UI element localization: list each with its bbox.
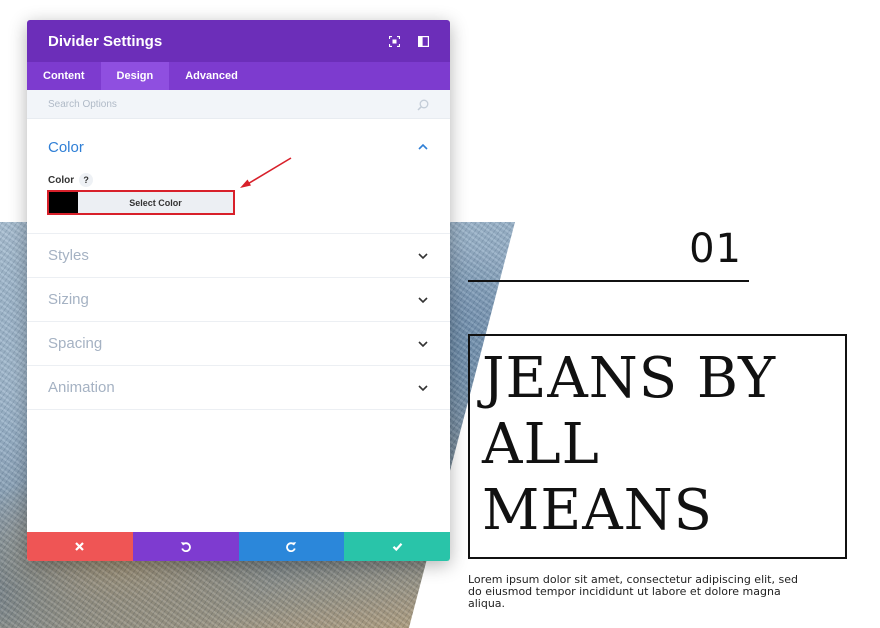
tab-bar: Content Design Advanced (27, 62, 450, 90)
section-label: Styles (48, 247, 89, 264)
section-spacing[interactable]: Spacing (27, 322, 450, 366)
section-label: Sizing (48, 291, 89, 308)
chevron-up-icon[interactable] (418, 143, 428, 150)
color-section-title[interactable]: Color (48, 119, 429, 156)
annotation-arrow-icon (240, 157, 292, 188)
section-sizing[interactable]: Sizing (27, 278, 450, 322)
color-field-label: Color (48, 174, 75, 186)
tab-advanced[interactable]: Advanced (169, 62, 254, 90)
search-icon[interactable] (417, 99, 429, 111)
color-picker: Select Color (47, 190, 235, 215)
chevron-down-icon (418, 341, 428, 348)
help-icon[interactable]: ? (79, 173, 94, 187)
save-button[interactable] (344, 532, 450, 561)
modal-footer (27, 532, 450, 561)
check-icon (392, 543, 402, 552)
divider-line[interactable] (468, 280, 749, 282)
redo-button[interactable] (238, 532, 345, 561)
section-label: Spacing (48, 335, 103, 352)
headline-box: JEANS BY ALL MEANS (468, 334, 847, 559)
select-color-button[interactable]: Select Color (78, 192, 233, 213)
headline: JEANS BY ALL MEANS (482, 346, 777, 543)
section-number: 01 (689, 226, 742, 272)
search-input[interactable] (48, 98, 408, 110)
section-label: Animation (48, 379, 115, 396)
undo-icon (180, 542, 191, 552)
close-icon (75, 542, 85, 551)
redo-icon (286, 542, 297, 552)
chevron-down-icon (418, 297, 428, 304)
body-text: Lorem ipsum dolor sit amet, consectetur … (468, 573, 798, 610)
fullscreen-icon[interactable] (389, 36, 400, 47)
discard-button[interactable] (27, 532, 133, 561)
sidebar-layout-icon[interactable] (418, 36, 429, 47)
modal-header: Divider Settings (27, 20, 450, 62)
chevron-down-icon (418, 385, 428, 392)
divider-settings-modal: Divider Settings Content Design Advanced… (27, 20, 450, 561)
search-bar (27, 90, 450, 119)
undo-button[interactable] (132, 532, 239, 561)
color-swatch[interactable] (49, 192, 78, 213)
tab-content[interactable]: Content (27, 62, 101, 90)
tab-design[interactable]: Design (100, 62, 170, 90)
section-animation[interactable]: Animation (27, 366, 450, 410)
section-styles[interactable]: Styles (27, 234, 450, 278)
modal-title: Divider Settings (48, 32, 163, 50)
chevron-down-icon (418, 253, 428, 260)
